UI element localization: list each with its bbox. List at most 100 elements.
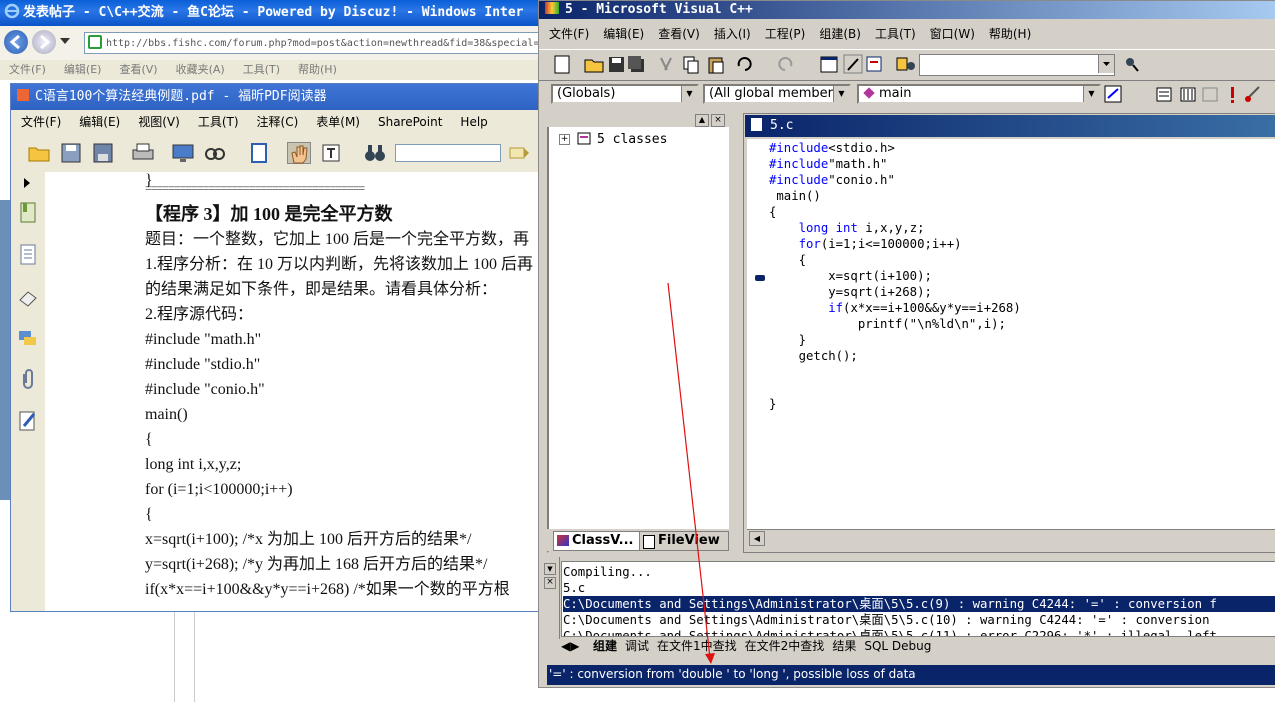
editor-hscrollbar[interactable]: ◀ (747, 529, 1275, 546)
back-button[interactable] (4, 30, 28, 54)
pdf-text-line: 题目：一个整数，它加上 100 后是一个完全平方数，再 (145, 231, 530, 248)
address-bar[interactable]: http://bbs.fishc.com/forum.php?mod=post&… (84, 32, 544, 54)
output-line[interactable]: 5.c (563, 580, 1275, 596)
pdf-text-line: long int i,x,y,z; (145, 456, 242, 473)
vc-toolbar-icons (554, 54, 1139, 74)
vc-window: 5 - Microsoft Visual C++ 文件(F) 编辑(E) 查看(V)… (538, 0, 1275, 688)
output-line[interactable]: C:\Documents and Settings\Administrator\… (563, 628, 1275, 636)
output-line[interactable]: Compiling... (563, 564, 1275, 580)
comments-icon[interactable] (18, 328, 38, 350)
tab-find1[interactable]: 在文件1中查找 (657, 639, 737, 653)
current-line-marker-icon (755, 275, 765, 281)
pdf-text-line: ====================================== (145, 181, 365, 195)
vc-menu-project[interactable]: 工程(P) (765, 27, 806, 41)
pdf-search-input[interactable] (395, 144, 501, 162)
pdf-title: C语言100个算法经典例题.pdf - 福昕PDF阅读器 (35, 89, 327, 104)
page-divider (194, 600, 195, 702)
ie-menu-help[interactable]: 帮助(H) (298, 63, 337, 76)
expand-panel-icon[interactable] (24, 178, 30, 188)
pdf-text-line: x=sqrt(i+100); /*x 为加上 100 后开方后的结果*/ (145, 531, 472, 548)
pages-icon[interactable] (18, 244, 38, 266)
vc-menu-edit[interactable]: 编辑(E) (603, 27, 644, 41)
minimize-pane-icon[interactable]: ▼ (544, 563, 556, 575)
code-editor[interactable]: #include<stdio.h> #include"math.h" #incl… (747, 139, 1275, 529)
signature-icon[interactable] (18, 410, 38, 432)
ie-menu-view[interactable]: 查看(V) (119, 63, 157, 76)
tab-debug[interactable]: 调试 (625, 639, 649, 653)
ie-menu-edit[interactable]: 编辑(E) (64, 63, 102, 76)
pdf-menu-sharepoint[interactable]: SharePoint (378, 115, 442, 129)
tab-build[interactable]: 组建 (593, 639, 617, 653)
save-icon[interactable] (59, 142, 83, 164)
output-lines[interactable]: Compiling... 5.c C:\Documents and Settin… (563, 564, 1275, 636)
tab-fileview-label: FileView (658, 533, 720, 548)
close-pane-icon[interactable]: × (544, 577, 556, 589)
wizard-bar-icon (1104, 85, 1122, 103)
tree-root-label[interactable]: 5 classes (597, 132, 667, 147)
pdf-menu-view[interactable]: 视图(V) (138, 115, 180, 129)
find-binoculars-icon[interactable] (363, 142, 387, 164)
scroll-left-icon[interactable]: ◀ (749, 531, 765, 546)
print-icon[interactable] (131, 142, 155, 164)
chevron-down-icon[interactable]: ▼ (681, 86, 697, 102)
execute-icon (1231, 87, 1234, 103)
hand-tool-icon[interactable] (287, 142, 311, 164)
pdf-menu-comment[interactable]: 注释(C) (257, 115, 299, 129)
layers-icon[interactable] (18, 286, 38, 308)
pdf-menu-help[interactable]: Help (460, 115, 487, 129)
tree-expand-icon[interactable]: + (559, 134, 570, 145)
find-combo[interactable] (919, 54, 1115, 76)
output-line-selected[interactable]: C:\Documents and Settings\Administrator\… (563, 596, 1275, 612)
tab-sql-debug[interactable]: SQL Debug (864, 639, 931, 653)
display-icon[interactable] (171, 142, 195, 164)
vc-menu-file[interactable]: 文件(F) (549, 27, 589, 41)
pdf-menu-tools[interactable]: 工具(T) (198, 115, 239, 129)
paste-icon (708, 57, 724, 74)
new-file-icon (554, 55, 570, 74)
member-filter-combo[interactable]: (All global members ▼ (703, 84, 851, 104)
forward-button[interactable] (32, 30, 56, 54)
ie-menu-favorites[interactable]: 收藏夹(A) (176, 63, 225, 76)
close-pane-icon[interactable]: × (711, 114, 725, 127)
tab-fileview[interactable]: FileView (639, 531, 729, 551)
cut-icon (660, 57, 672, 71)
vc-menu-window[interactable]: 窗口(W) (930, 27, 975, 41)
pdf-menu-edit[interactable]: 编辑(E) (79, 115, 120, 129)
tab-results[interactable]: 结果 (832, 639, 856, 653)
save-as-icon[interactable] (91, 142, 115, 164)
ie-menu-file[interactable]: 文件(F) (9, 63, 46, 76)
vc-menu-help[interactable]: 帮助(H) (989, 27, 1031, 41)
function-combo[interactable]: main ▼ (857, 84, 1101, 104)
open-folder-icon[interactable] (27, 142, 51, 164)
tab-scroll-icon[interactable]: ◀▶ (561, 637, 589, 655)
select-text-icon[interactable] (319, 142, 343, 164)
class-combo[interactable]: (Globals) ▼ (551, 84, 699, 104)
pdf-text-line: #include "stdio.h" (145, 356, 261, 373)
attachment-icon[interactable] (18, 368, 38, 390)
output-line[interactable]: C:\Documents and Settings\Administrator\… (563, 612, 1275, 628)
pdf-text-line: 的结果满足如下条件，即是结果。请看具体分析： (145, 281, 498, 298)
page-layout-icon[interactable] (247, 142, 271, 164)
pdf-reader-window: C语言100个算法经典例题.pdf - 福昕PDF阅读器 文件(F) 编辑(E) 视… (10, 83, 542, 612)
ie-menu-tools[interactable]: 工具(T) (243, 63, 280, 76)
bookmarks-icon[interactable] (18, 202, 38, 224)
vc-menu-view[interactable]: 查看(V) (658, 27, 700, 41)
chevron-down-icon[interactable]: ▼ (833, 86, 849, 102)
vc-standard-toolbar (539, 49, 1275, 81)
scan-icon[interactable] (203, 142, 227, 164)
tab-classview[interactable]: ClassV... (553, 531, 645, 551)
pdf-heading: 【程序 3】加 100 是完全平方数 (145, 204, 393, 224)
code-text: #include<stdio.h> #include"math.h" #incl… (769, 141, 1021, 411)
status-bar: '=' : conversion from 'double ' to 'long… (547, 665, 1275, 685)
chevron-down-icon[interactable]: ▼ (1083, 86, 1099, 102)
chevron-down-icon[interactable] (1098, 55, 1114, 73)
pdf-menu-form[interactable]: 表单(M) (316, 115, 360, 129)
pdf-menu-file[interactable]: 文件(F) (21, 115, 61, 129)
history-dropdown-icon[interactable] (60, 38, 70, 44)
highlight-icon[interactable] (507, 142, 531, 164)
vc-menu-insert[interactable]: 插入(I) (714, 27, 751, 41)
vc-menu-tools[interactable]: 工具(T) (875, 27, 916, 41)
minimize-pane-icon[interactable]: ▲ (695, 114, 709, 127)
vc-menu-build[interactable]: 组建(B) (819, 27, 861, 41)
tab-find2[interactable]: 在文件2中查找 (745, 639, 825, 653)
